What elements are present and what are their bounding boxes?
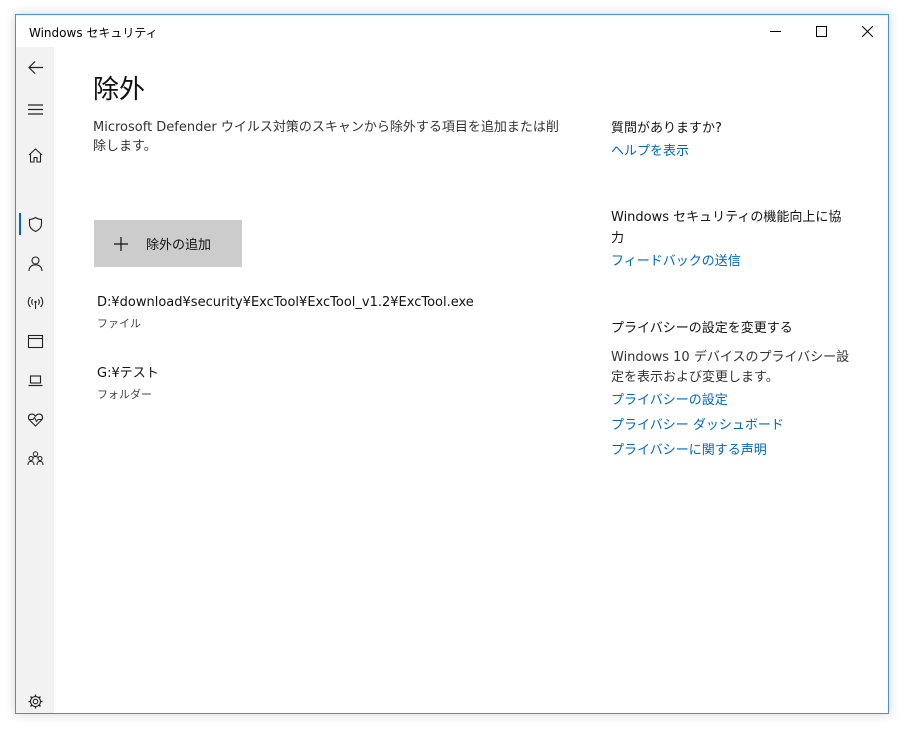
add-exclusion-label: 除外の追加 xyxy=(146,238,212,253)
maximize-button[interactable] xyxy=(798,15,844,47)
plus-icon xyxy=(114,236,128,251)
window-title: Windows セキュリティ xyxy=(29,26,158,40)
shield-icon xyxy=(28,216,42,232)
nav-device-performance[interactable] xyxy=(16,401,54,437)
help-section: 質問がありますか? ヘルプを表示 xyxy=(611,118,851,164)
exclusion-item[interactable]: D:¥download¥security¥ExcTool¥ExcTool_v1.… xyxy=(97,295,474,331)
navigation-sidebar xyxy=(16,47,54,713)
back-arrow-icon xyxy=(27,60,43,74)
nav-app-browser-control[interactable] xyxy=(16,323,54,359)
heart-pulse-icon xyxy=(27,413,43,427)
laptop-icon xyxy=(28,374,42,386)
family-icon xyxy=(27,450,43,465)
nav-family-options[interactable] xyxy=(16,440,54,476)
exclusion-type: ファイル xyxy=(97,317,141,330)
nav-account-protection[interactable] xyxy=(16,245,54,281)
feedback-section: Windows セキュリティの機能向上に協力 フィードバックの送信 xyxy=(611,207,851,274)
nav-home[interactable] xyxy=(16,137,54,173)
privacy-statement-link[interactable]: プライバシーに関する声明 xyxy=(611,438,851,463)
nav-firewall-network[interactable] xyxy=(16,284,54,320)
close-icon xyxy=(861,25,873,37)
add-exclusion-button[interactable]: 除外の追加 xyxy=(94,220,242,267)
feedback-link[interactable]: フィードバックの送信 xyxy=(611,249,851,274)
improve-heading: Windows セキュリティの機能向上に協力 xyxy=(611,210,842,246)
nav-virus-protection[interactable] xyxy=(16,206,54,242)
exclusion-type: フォルダー xyxy=(97,388,152,401)
app-browser-icon xyxy=(27,334,43,348)
app-window: Windows セキュリティ 除外 Microsoft Defender ウイル… xyxy=(15,14,889,714)
privacy-heading: プライバシーの設定を変更する xyxy=(611,321,793,336)
settings-gear-icon xyxy=(28,694,42,708)
question-heading: 質問がありますか? xyxy=(611,121,722,136)
minimize-button[interactable] xyxy=(752,15,798,47)
help-link[interactable]: ヘルプを表示 xyxy=(611,139,851,164)
wireless-icon xyxy=(27,296,43,309)
person-icon xyxy=(27,255,43,271)
title-bar: Windows セキュリティ xyxy=(16,15,888,47)
home-icon xyxy=(28,147,42,163)
privacy-settings-link[interactable]: プライバシーの設定 xyxy=(611,388,851,413)
nav-settings[interactable] xyxy=(16,683,54,713)
exclusion-path: G:¥テスト xyxy=(97,366,159,381)
close-button[interactable] xyxy=(844,15,888,47)
nav-device-security[interactable] xyxy=(16,362,54,398)
back-button[interactable] xyxy=(16,49,54,85)
page-description: Microsoft Defender ウイルス対策のスキャンから除外する項目を追… xyxy=(93,120,559,154)
exclusion-path: D:¥download¥security¥ExcTool¥ExcTool_v1.… xyxy=(97,295,474,310)
page-title: 除外 xyxy=(93,75,146,105)
privacy-description: Windows 10 デバイスのプライバシー設定を表示および変更します。 xyxy=(611,350,850,385)
menu-button[interactable] xyxy=(16,91,54,127)
minimize-icon xyxy=(769,30,781,32)
hamburger-menu-icon xyxy=(27,103,43,115)
exclusion-item[interactable]: G:¥テスト フォルダー xyxy=(97,362,159,402)
maximize-icon xyxy=(815,25,827,37)
privacy-dashboard-link[interactable]: プライバシー ダッシュボード xyxy=(611,413,851,438)
privacy-section: プライバシーの設定を変更する Windows 10 デバイスのプライバシー設定を… xyxy=(611,318,851,463)
